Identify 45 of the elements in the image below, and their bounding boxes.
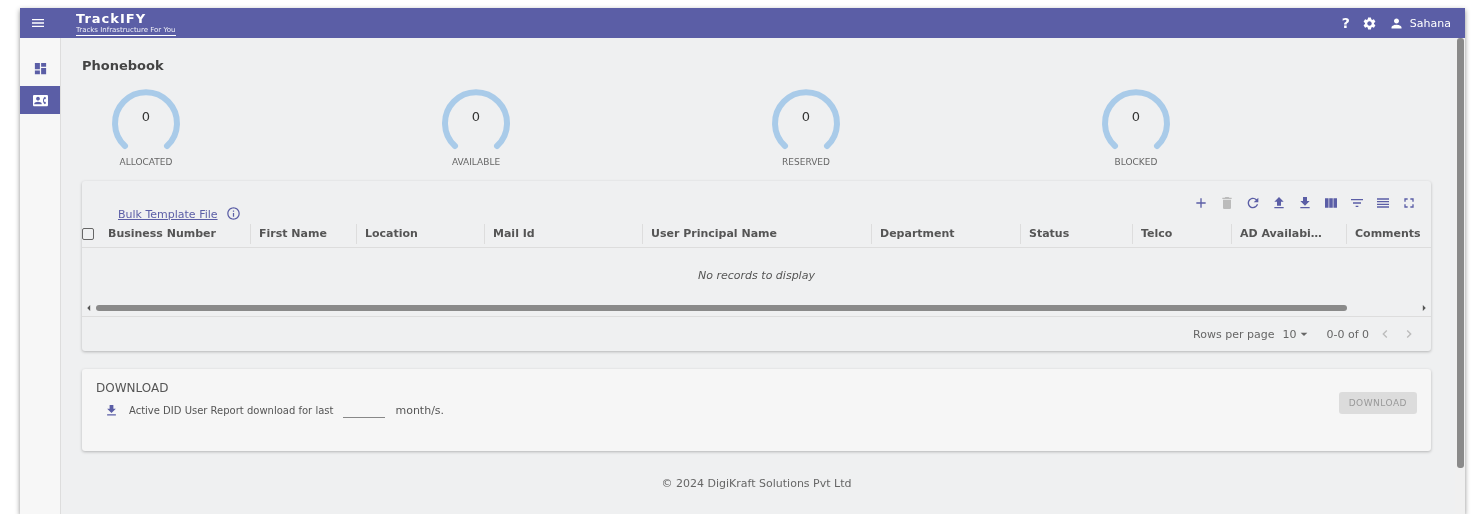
column-header[interactable]: First Name bbox=[250, 224, 356, 244]
stat-label: AVAILABLE bbox=[451, 157, 501, 167]
column-header[interactable]: Mail Id bbox=[484, 224, 642, 244]
empty-message: No records to display bbox=[697, 267, 816, 284]
stat-label: ALLOCATED bbox=[119, 157, 173, 167]
rows-per-page-label: Rows per page bbox=[1193, 327, 1275, 341]
add-icon[interactable] bbox=[1193, 195, 1209, 211]
column-header[interactable]: User Principal Name bbox=[642, 224, 871, 244]
upload-icon[interactable] bbox=[1271, 195, 1287, 211]
copyright-text: © 2024 DigiKraft Solutions Pvt Ltd bbox=[661, 477, 852, 490]
stat-label: RESERVED bbox=[782, 157, 830, 167]
sidebar-item[interactable] bbox=[20, 86, 60, 114]
help-button[interactable]: ? bbox=[1341, 15, 1350, 31]
download-title: DOWNLOAD bbox=[96, 381, 170, 395]
stat-label: BLOCKED bbox=[1114, 157, 1158, 167]
download-icon[interactable] bbox=[1297, 195, 1313, 211]
unit-label: month/s. bbox=[395, 404, 445, 417]
page-range: 0-0 of 0 bbox=[1326, 327, 1369, 341]
rows-per-page-select[interactable]: 10 bbox=[1282, 326, 1313, 342]
column-header[interactable]: Status bbox=[1020, 224, 1132, 244]
template-link[interactable]: Bulk Template File bbox=[118, 208, 218, 221]
stat-value: 0 bbox=[140, 109, 152, 124]
info-icon[interactable] bbox=[225, 206, 241, 221]
column-header[interactable]: Telco bbox=[1132, 224, 1231, 244]
user-name[interactable]: Sahana bbox=[1409, 16, 1451, 30]
lines-icon[interactable] bbox=[1375, 195, 1391, 211]
scrollbar-thumb[interactable] bbox=[1456, 38, 1464, 468]
page-title: Phonebook bbox=[82, 58, 165, 73]
column-header[interactable]: Business Number bbox=[94, 224, 250, 244]
dashboard-icon bbox=[32, 60, 48, 76]
columns-icon[interactable] bbox=[1323, 195, 1339, 211]
stat-value: 0 bbox=[1130, 109, 1142, 124]
settings-icon[interactable] bbox=[1361, 15, 1377, 31]
column-header[interactable]: Location bbox=[356, 224, 484, 244]
column-header[interactable]: Department bbox=[871, 224, 1020, 244]
stat-value: 0 bbox=[470, 109, 482, 124]
fullscreen-icon[interactable] bbox=[1401, 195, 1417, 211]
refresh-icon[interactable] bbox=[1245, 195, 1261, 211]
stat-value: 0 bbox=[800, 109, 812, 124]
column-header[interactable]: AD Availabi… bbox=[1231, 224, 1346, 244]
select-all-checkbox[interactable] bbox=[82, 228, 94, 240]
contact-card-icon bbox=[32, 92, 48, 108]
download-icon bbox=[104, 403, 119, 418]
scrollbar-thumb[interactable] bbox=[96, 305, 1347, 311]
report-label: Active DID User Report download for last bbox=[129, 405, 334, 416]
